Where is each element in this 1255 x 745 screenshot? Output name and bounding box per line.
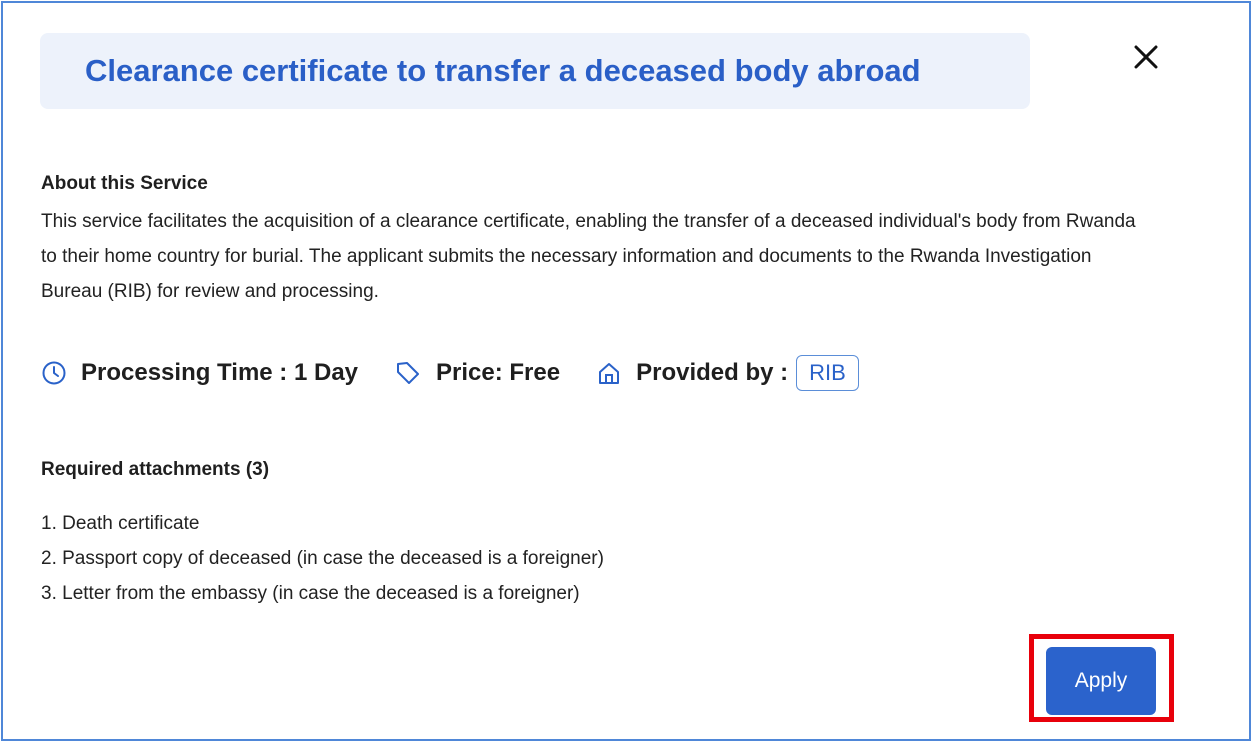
service-modal: Clearance certificate to transfer a dece…	[1, 1, 1251, 741]
processing-time: Processing Time : 1 Day	[81, 359, 359, 386]
attachments-list: 1. Death certificate 2. Passport copy of…	[41, 506, 604, 611]
price: Price: Free	[436, 359, 561, 386]
about-heading: About this Service	[41, 173, 208, 194]
provider-badge[interactable]: RIB	[796, 355, 859, 391]
apply-button[interactable]: Apply	[1046, 647, 1156, 715]
attachments-heading: Required attachments (3)	[41, 459, 270, 480]
provider-label: Provided by :	[636, 359, 789, 386]
list-item: 1. Death certificate	[41, 513, 200, 534]
modal-title: Clearance certificate to transfer a dece…	[85, 53, 921, 88]
close-icon	[1134, 45, 1158, 69]
title-banner: Clearance certificate to transfer a dece…	[40, 33, 1030, 109]
list-item: 2. Passport copy of deceased (in case th…	[41, 548, 604, 569]
close-button[interactable]	[1128, 39, 1164, 75]
tag-icon	[394, 359, 422, 387]
home-icon	[596, 360, 622, 386]
list-item: 3. Letter from the embassy (in case the …	[41, 583, 580, 604]
clock-icon	[41, 360, 67, 386]
about-description: This service facilitates the acquisition…	[41, 211, 1136, 302]
service-meta-row: Processing Time : 1 Day Price: Free Prov…	[41, 353, 859, 393]
